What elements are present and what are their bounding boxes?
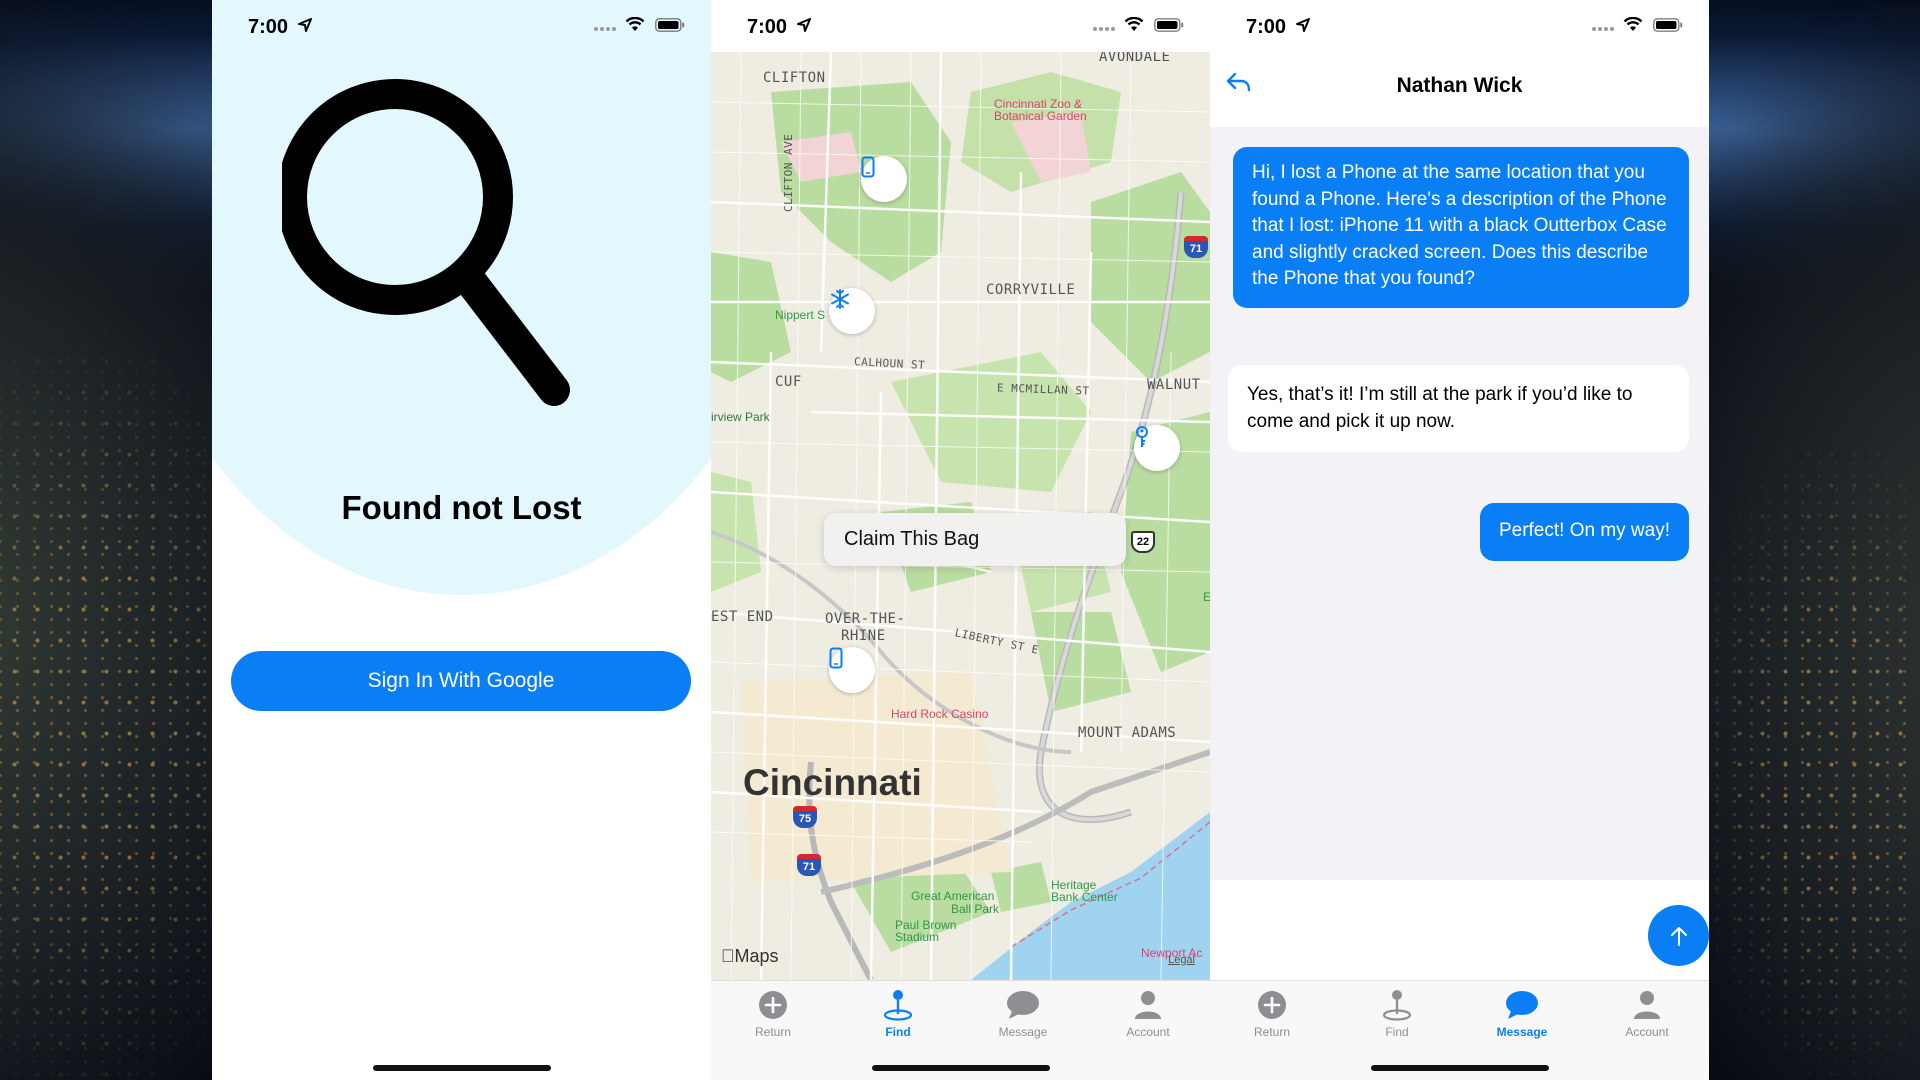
signal-icon — [1592, 27, 1614, 31]
chat-screen: 7:00 Nathan Wick Hi, I lost a Phone at t… — [1210, 0, 1709, 1080]
chat-bubble-icon — [1506, 991, 1538, 1019]
message-list[interactable]: Hi, I lost a Phone at the same location … — [1210, 127, 1709, 880]
tab-return[interactable]: Return — [1222, 987, 1322, 1047]
home-indicator — [871, 1065, 1050, 1071]
message-bubble-outgoing: Perfect! On my way! — [1479, 503, 1689, 561]
map-label-clifton: CLIFTON — [763, 70, 826, 86]
plus-circle-icon — [1258, 991, 1286, 1019]
status-bar: 7:00 — [1210, 0, 1709, 52]
battery-icon — [655, 18, 685, 32]
map-pin-icon — [883, 990, 913, 1021]
map-label-cuf: CUF — [775, 374, 802, 390]
us22-shield: 22 — [1131, 531, 1155, 553]
lost-item-pin[interactable] — [1134, 425, 1180, 471]
person-icon — [1634, 991, 1660, 1019]
status-time: 7:00 — [248, 16, 289, 38]
tab-label: Return — [754, 1025, 792, 1039]
send-button[interactable] — [1648, 905, 1709, 966]
map-label-mount-adams: MOUNT ADAMS — [1078, 725, 1177, 741]
poi-zoo-2: Botanical Garden — [994, 109, 1087, 123]
arrow-up-icon — [1670, 926, 1687, 946]
lost-item-pin[interactable] — [829, 288, 875, 334]
signin-screen: 7:00 Found not Lost Sign In With Google — [212, 0, 711, 1080]
street-label-clifton-ave: CLIFTON AVE — [782, 133, 795, 212]
poi-paul-brown-2: Stadium — [895, 930, 940, 944]
person-icon — [1135, 991, 1161, 1019]
compose-area — [1210, 880, 1709, 980]
map-label-walnut-hills: WALNUT H — [1147, 377, 1210, 393]
apple-maps-logo: Maps — [721, 946, 779, 967]
tab-message[interactable]: Message — [1472, 987, 1572, 1047]
home-indicator — [372, 1065, 551, 1071]
snowflake-icon — [831, 289, 849, 309]
key-icon — [1136, 426, 1148, 447]
map-view[interactable]: AVONDALE CLIFTON CORRYVILLE CUF WALNUT H… — [711, 52, 1210, 980]
poi-e-marker: E — [1203, 590, 1210, 604]
i75-shield: 75 — [793, 806, 817, 828]
tab-label: Message — [998, 1025, 1048, 1039]
map-label-otr-2: RHINE — [841, 628, 886, 644]
city-label: Cincinnati — [743, 762, 922, 803]
home-indicator — [1370, 1065, 1549, 1071]
lost-item-pin[interactable] — [829, 647, 875, 693]
tab-find[interactable]: Find — [1347, 987, 1447, 1047]
wifi-icon — [1124, 17, 1144, 31]
battery-icon — [1653, 18, 1683, 32]
status-time: 7:00 — [747, 16, 788, 38]
tab-return[interactable]: Return — [723, 987, 823, 1047]
status-bar: 7:00 — [212, 0, 711, 52]
lost-item-pin[interactable] — [861, 156, 907, 202]
map-label-west-end: EST END — [711, 609, 774, 625]
tab-label: Account — [1126, 1025, 1170, 1039]
location-arrow-icon — [298, 18, 312, 32]
tab-account[interactable]: Account — [1098, 987, 1198, 1047]
magnifier-icon — [282, 79, 570, 406]
tab-account[interactable]: Account — [1597, 987, 1697, 1047]
location-arrow-icon — [797, 18, 811, 32]
tab-label: Find — [885, 1025, 911, 1039]
i71-shield-top: 71 — [1184, 236, 1208, 258]
phone-icon — [829, 647, 843, 669]
i71-shield-bottom: 71 — [797, 854, 821, 876]
message-bubble-outgoing: Hi, I lost a Phone at the same location … — [1233, 147, 1689, 308]
poi-heritage-2: Bank Center — [1051, 890, 1118, 904]
poi-gabp-2: Ball Park — [951, 902, 1000, 916]
plus-circle-icon — [759, 991, 787, 1019]
app-title: Found not Lost — [341, 489, 582, 526]
maps-brand-text: Maps — [721, 946, 779, 966]
battery-icon — [1154, 18, 1184, 32]
poi-fairview: irview Park — [711, 410, 770, 424]
wifi-icon — [625, 17, 645, 31]
chat-bubble-icon — [1007, 991, 1039, 1019]
find-screen: 7:00 AVONDALE CLIFTON CORRYVILLE CUF WAL… — [711, 0, 1210, 1080]
phone-icon — [861, 156, 875, 178]
tab-label: Find — [1385, 1025, 1409, 1039]
legal-link[interactable]: Legal — [1168, 954, 1195, 966]
poi-gabp: Great American — [911, 889, 995, 903]
tab-message[interactable]: Message — [973, 987, 1073, 1047]
chat-header: Nathan Wick — [1210, 52, 1709, 127]
status-bar: 7:00 — [711, 0, 1210, 52]
signal-icon — [1093, 27, 1115, 31]
poi-hard-rock: Hard Rock Casino — [891, 707, 989, 721]
contact-name: Nathan Wick — [1396, 74, 1523, 97]
message-bubble-incoming: Yes, that’s it! I’m still at the park if… — [1228, 365, 1689, 452]
map-label-corryville: CORRYVILLE — [986, 282, 1076, 298]
tab-find[interactable]: Find — [848, 987, 948, 1047]
google-signin-button[interactable]: Sign In With Google — [231, 651, 691, 711]
tab-label: Account — [1625, 1025, 1669, 1039]
status-time: 7:00 — [1246, 16, 1287, 38]
poi-nippert: Nippert S — [775, 308, 826, 322]
tab-label: Return — [1253, 1025, 1291, 1039]
tab-label: Message — [1496, 1025, 1548, 1039]
wifi-icon — [1623, 17, 1643, 31]
map-label-avondale: AVONDALE — [1099, 52, 1171, 65]
map-pin-icon — [1382, 990, 1412, 1021]
signal-icon — [594, 27, 616, 31]
location-arrow-icon — [1296, 18, 1310, 32]
claim-bag-button[interactable]: Claim This Bag — [824, 513, 1126, 566]
map-label-otr: OVER-THE- — [825, 611, 906, 627]
